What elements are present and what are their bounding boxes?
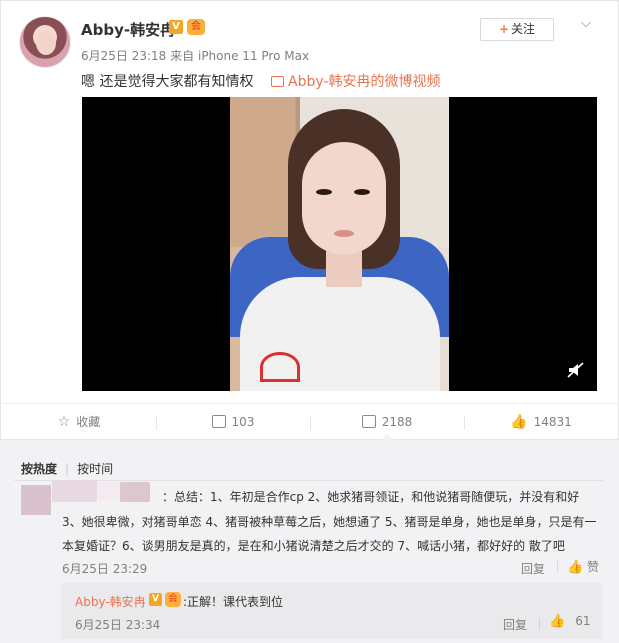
like-count: 14831	[533, 415, 572, 429]
comment-like-label: 赞	[587, 560, 600, 574]
comment-avatar[interactable]	[21, 485, 51, 515]
reply-username[interactable]: Abby-韩安冉	[75, 593, 146, 610]
plus-icon: +	[498, 22, 510, 36]
video-player[interactable]	[82, 97, 597, 391]
comment-section: 按热度 | 按时间 ：总结：1、年初是合作cp 2、她求猪哥领证，和他说猪哥随便玩，…	[0, 440, 619, 643]
comment-reply-button[interactable]: 回复	[521, 560, 545, 577]
thumbs-up-icon: 👍	[510, 414, 528, 430]
member-crown-icon: 会	[187, 19, 205, 35]
verified-badge-icon: V	[149, 593, 162, 606]
action-bar: ☆ 收藏 103 2188 👍 14831	[2, 403, 619, 440]
sort-hot-tab[interactable]: 按热度	[21, 462, 57, 476]
thumbs-up-icon: 👍	[549, 614, 566, 629]
favorite-button[interactable]: ☆ 收藏	[2, 404, 156, 441]
star-icon: ☆	[57, 414, 71, 430]
reply-time: 6月25日 23:34	[75, 618, 161, 632]
thumbs-up-icon: 👍	[567, 560, 584, 575]
video-link-label: Abby-韩安冉的微博视频	[288, 74, 441, 90]
post-source: iPhone 11 Pro Max	[197, 49, 310, 63]
repost-button[interactable]: 103	[156, 404, 310, 441]
avatar[interactable]	[19, 16, 71, 68]
repost-count: 103	[231, 415, 255, 429]
comment-sort: 按热度 | 按时间	[21, 462, 114, 476]
comment-time: 6月25日 23:29	[62, 562, 148, 576]
reply-box: Abby-韩安冉 V 会 :正解！课代表到位 6月25日 23:34 回复 👍 6…	[61, 583, 602, 639]
verified-badge-icon: V	[169, 20, 183, 34]
sort-time-tab[interactable]: 按时间	[77, 462, 113, 476]
like-button[interactable]: 👍 14831	[464, 404, 618, 441]
reply-reply-button[interactable]: 回复	[503, 616, 527, 633]
video-icon	[271, 76, 284, 87]
video-link[interactable]: Abby-韩安冉的微博视频	[271, 71, 440, 91]
chevron-down-icon[interactable]: ⌵	[581, 16, 591, 31]
video-frame	[230, 97, 449, 391]
weibo-post-card: Abby-韩安冉 V 会 6月25日 23:18 来自 iPhone 11 Pr…	[0, 0, 619, 440]
reply-like-button[interactable]: 👍 61	[549, 614, 590, 629]
repost-icon	[211, 415, 226, 428]
favorite-label: 收藏	[76, 415, 101, 429]
post-username[interactable]: Abby-韩安冉	[81, 19, 175, 40]
post-meta: 6月25日 23:18 来自 iPhone 11 Pro Max	[81, 47, 309, 64]
post-time[interactable]: 6月25日 23:18	[81, 49, 166, 63]
comment-button[interactable]: 2188	[310, 404, 464, 441]
source-prefix: 来自	[170, 49, 195, 63]
member-crown-icon: 会	[165, 592, 181, 607]
mute-icon[interactable]	[567, 362, 585, 378]
follow-button[interactable]: + 关注	[480, 18, 554, 41]
comment-icon	[361, 415, 376, 428]
reply-like-count: 61	[575, 614, 591, 628]
follow-label: 关注	[511, 22, 536, 36]
post-text: 嗯 还是觉得大家都有知情权	[81, 74, 254, 90]
comment-like-button[interactable]: 👍 赞	[567, 558, 599, 575]
reply-text: :正解！课代表到位	[183, 595, 284, 609]
comment-count: 2188	[381, 415, 413, 429]
comment-text: ：总结：1、年初是合作cp 2、她求猪哥领证，和他说猪哥随便玩，并没有和好 3、…	[62, 485, 602, 559]
